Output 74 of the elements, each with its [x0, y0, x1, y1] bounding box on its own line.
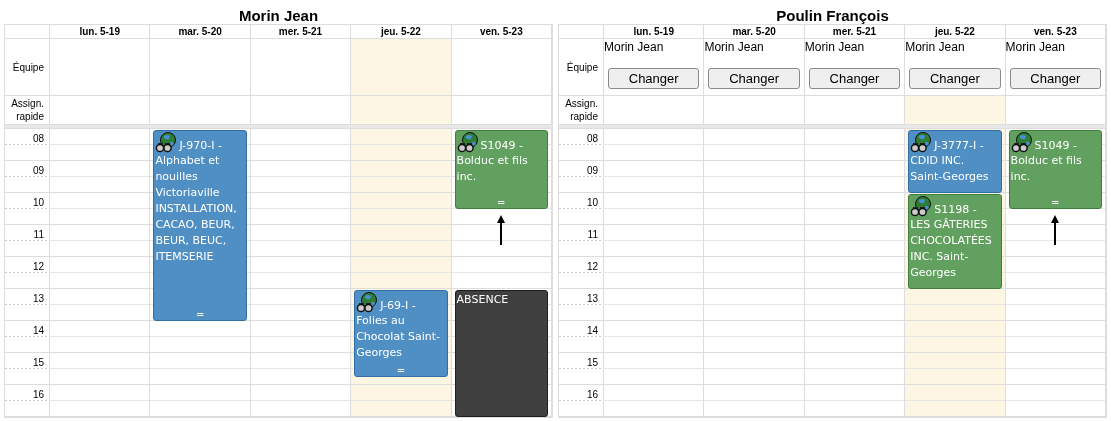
quick-assign-cell[interactable] — [50, 96, 151, 125]
quick-assign-cell[interactable] — [351, 96, 452, 125]
hour-label: 14 — [32, 325, 44, 337]
row-label: Assign. rapide — [564, 97, 598, 123]
binoculars-globe-icon — [155, 132, 178, 153]
hour-label: 08 — [32, 133, 44, 145]
quick-assign-cell[interactable] — [604, 96, 705, 125]
hour-label: 11 — [33, 229, 44, 241]
row-label: Assign. rapide — [10, 97, 44, 123]
event-text: LES GÂTERIES CHOCOLATÉES INC. Saint-Georges — [910, 217, 993, 281]
event-text: ABSENCE — [456, 292, 509, 308]
hour-label: 08 — [586, 133, 598, 145]
hour-label: 09 — [586, 165, 598, 177]
binoculars-globe-icon — [356, 292, 379, 313]
hour-label: 13 — [586, 293, 598, 305]
quick-assign-cell[interactable] — [905, 96, 1006, 125]
binoculars-globe-icon — [910, 196, 933, 217]
resize-handle[interactable]: = — [396, 365, 406, 376]
event-text: Bolduc et fils inc. — [1010, 153, 1083, 185]
event-text: Bolduc et fils inc. — [456, 153, 529, 185]
hour-label: 11 — [587, 229, 598, 241]
event-card[interactable]: J-3777-I - CDID INC. Saint-Georges — [908, 130, 1002, 193]
team-name: Morin Jean — [804, 39, 865, 54]
hour-label: 15 — [586, 357, 598, 369]
hour-label: 09 — [32, 165, 44, 177]
event-card[interactable]: ABSENCE — [454, 290, 548, 417]
hour-label: 15 — [32, 357, 44, 369]
change-button[interactable]: Changer — [909, 68, 1001, 89]
event-text: CDID INC. Saint-Georges — [910, 153, 990, 185]
event-card[interactable]: S1198 - LES GÂTERIES CHOCOLATÉES INC. Saint-Georges — [908, 194, 1002, 289]
event-code: S1198 - — [934, 202, 977, 217]
quick-assign-cell[interactable] — [150, 96, 251, 125]
calendar-title: Morin Jean — [237, 6, 320, 24]
change-button[interactable]: Changer — [1009, 68, 1101, 89]
row-label: Équipe — [566, 60, 598, 74]
hour-label: 16 — [586, 389, 598, 401]
calendar-title: Poulin François — [775, 6, 890, 24]
event-card[interactable]: J-69-I - Folies au Chocolat Saint-Georges = — [354, 290, 448, 377]
event-code: S1049 - — [1034, 138, 1078, 153]
change-button[interactable]: Changer — [808, 68, 901, 89]
change-button[interactable]: Changer — [608, 68, 700, 89]
hour-label: 13 — [32, 293, 44, 305]
quick-assign-cell[interactable] — [451, 96, 552, 125]
hour-label: 10 — [32, 197, 44, 209]
quick-assign-cell[interactable] — [1005, 96, 1106, 125]
hour-label: 12 — [586, 261, 598, 273]
event-card[interactable]: S1049 - Bolduc et fils inc. = — [454, 130, 548, 209]
hour-label: 16 — [32, 389, 44, 401]
hour-label: 10 — [586, 197, 598, 209]
resize-handle[interactable]: = — [497, 197, 506, 208]
quick-assign-cell[interactable] — [804, 96, 906, 125]
event-code: J-970-I - — [179, 138, 222, 153]
binoculars-globe-icon — [910, 132, 933, 153]
event-code: J-3777-I - — [934, 138, 984, 153]
hour-label: 12 — [32, 261, 44, 273]
change-button[interactable]: Changer — [708, 68, 800, 89]
quick-assign-cell[interactable] — [250, 96, 352, 125]
binoculars-globe-icon — [1010, 132, 1033, 153]
event-card[interactable]: S1049 - Bolduc et fils inc. = — [1008, 130, 1102, 209]
hour-label: 14 — [586, 325, 598, 337]
event-code: J-69-I - — [380, 298, 416, 313]
event-text: Folies au Chocolat Saint-Georges — [356, 313, 441, 361]
event-card[interactable]: J-970-I - Alphabet et nouilles Victoriaville INSTALLATION, CACAO, BEUR, BEUR, BEUC, ITEMSERIE = — [153, 130, 247, 321]
team-name: Morin Jean — [704, 39, 764, 54]
resize-handle[interactable]: = — [1051, 197, 1060, 208]
binoculars-globe-icon — [456, 132, 479, 153]
team-name: Morin Jean — [604, 39, 664, 54]
event-code: S1049 - — [480, 138, 524, 153]
quick-assign-cell[interactable] — [704, 96, 805, 125]
team-name: Morin Jean — [905, 39, 965, 54]
resize-handle[interactable]: = — [195, 309, 205, 320]
event-text: Alphabet et nouilles Victoriaville INSTALLATION, CACAO, BEUR, BEUR, BEUC, ITEMSERIE — [155, 153, 238, 265]
row-label: Équipe — [12, 60, 44, 74]
team-name: Morin Jean — [1005, 39, 1065, 54]
